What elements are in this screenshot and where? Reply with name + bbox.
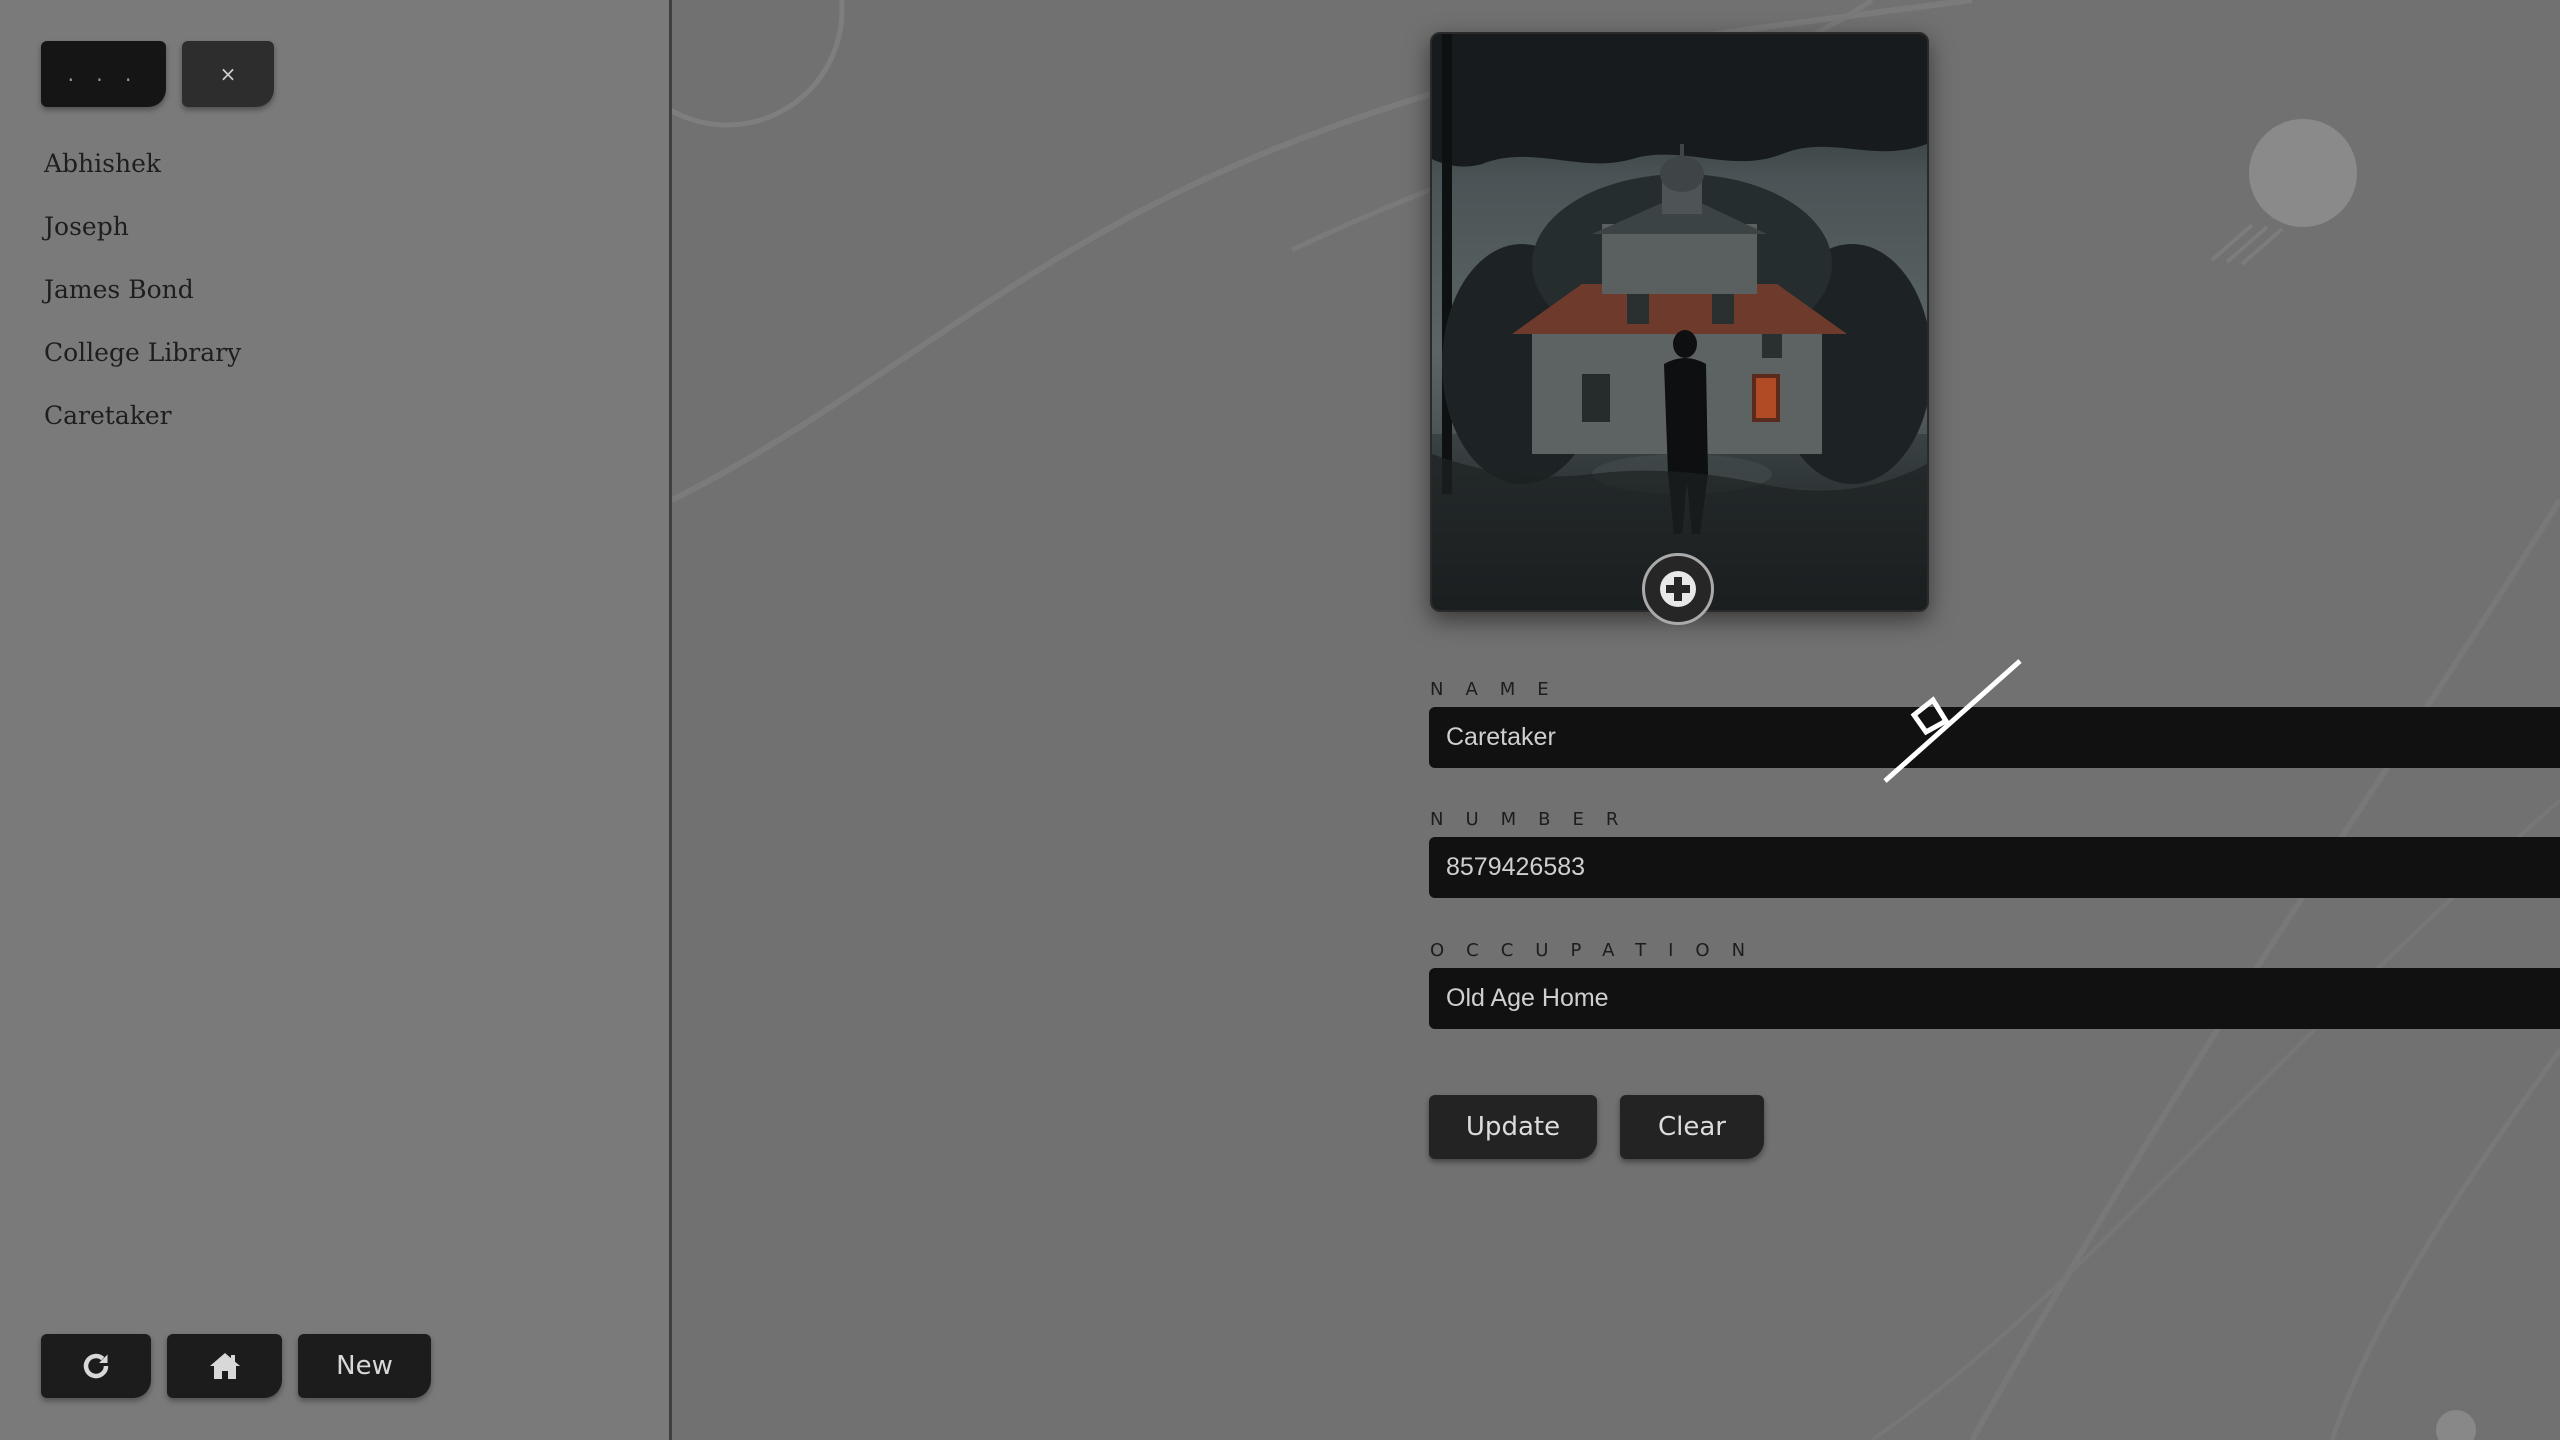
contact-item[interactable]: Caretaker xyxy=(44,395,241,458)
refresh-icon xyxy=(83,1353,109,1379)
plus-icon xyxy=(1660,571,1696,607)
occupation-input[interactable]: Old Age Home xyxy=(1429,968,2560,1029)
refresh-button[interactable] xyxy=(41,1334,151,1398)
contact-photo xyxy=(1430,32,1929,612)
pen-cursor-icon xyxy=(1883,659,2022,783)
name-label: NAME xyxy=(1430,679,1571,700)
sidebar-bottom-bar: New xyxy=(41,1334,431,1398)
close-button[interactable]: × xyxy=(182,41,274,107)
new-contact-button[interactable]: New xyxy=(298,1334,431,1398)
update-button[interactable]: Update xyxy=(1429,1095,1597,1159)
home-icon xyxy=(209,1353,240,1379)
contact-list: Abhishek Joseph James Bond College Libra… xyxy=(44,143,241,458)
number-label: NUMBER xyxy=(1430,809,1641,830)
contact-item[interactable]: Joseph xyxy=(44,206,241,269)
menu-button[interactable]: . . . xyxy=(41,41,166,107)
number-input[interactable]: 8579426583 xyxy=(1429,837,2560,898)
sidebar: . . . × Abhishek Joseph James Bond Colle… xyxy=(0,0,672,1440)
contact-item[interactable]: Abhishek xyxy=(44,143,241,206)
contact-item[interactable]: James Bond xyxy=(44,269,241,332)
contact-item[interactable]: College Library xyxy=(44,332,241,395)
haunted-house-image xyxy=(1432,34,1927,610)
add-photo-button[interactable] xyxy=(1642,553,1714,625)
clear-button[interactable]: Clear xyxy=(1620,1095,1764,1159)
main-panel: NAME Caretaker NUMBER 8579426583 OCCUPAT… xyxy=(672,0,2560,1440)
occupation-label: OCCUPATION xyxy=(1430,940,1768,961)
home-button[interactable] xyxy=(167,1334,282,1398)
